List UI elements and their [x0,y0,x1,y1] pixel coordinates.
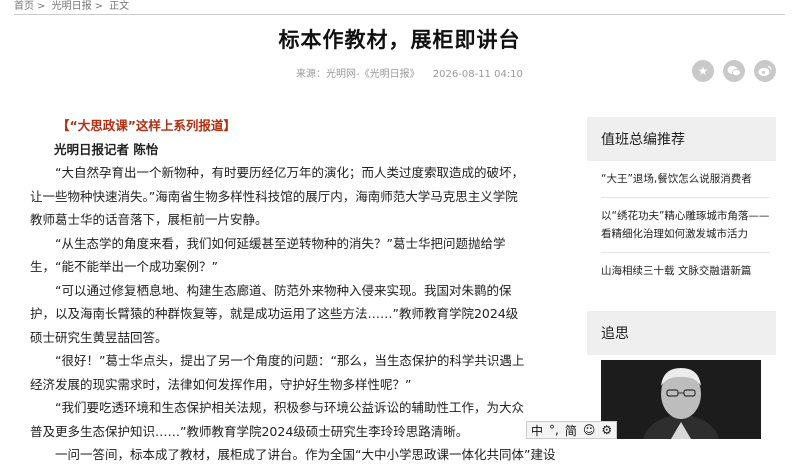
article-date: 2026-08-11 04:10 [432,69,523,80]
breadcrumb-separator: > [94,1,103,12]
weibo-icon[interactable] [754,60,776,82]
breadcrumb-separator: > [37,1,46,12]
editor-picks: 值班总编推荐 “大王”退场,餐饮怎么说服消费者 以“绣花功夫”精心雕琢城市角落—… [587,117,776,289]
ime-toolbar: 中 °, 简 ☺ ⚙ [526,421,618,439]
memorial-section: 追思 [587,311,776,355]
editor-picks-title: 值班总编推荐 [587,117,776,161]
article-paragraph: “大自然孕育出一个新物种，有时要历经亿万年的演化；而人类过度索取造成的破坏，让一… [30,165,524,227]
article-paragraph: 一问一答间，标本成了教材，展柜成了讲台。作为全国“大中小学思政课一体化共同体”建… [55,447,556,462]
memorial-title: 追思 [587,311,776,355]
article-body: 【“大思政课”这样上系列报道】 光明日报记者 陈怡 “大自然孕育出一个新物种，有… [30,114,556,467]
breadcrumb-home[interactable]: 首页 [14,1,34,12]
memorial-portrait[interactable] [601,360,761,439]
ime-punctuation-toggle[interactable]: °, [549,423,559,437]
list-item[interactable]: 以“绣花功夫”精心雕琢城市角落——看精细化治理如何激发城市活力 [601,198,770,253]
star-icon[interactable]: ★ [692,60,714,82]
article-meta: 来源：光明网-《光明日报》 2026-08-11 04:10 [296,65,533,80]
article-paragraph: “很好！”葛士华点头，提出了另一个角度的问题：“那么，当生态保护的科学共识遇上经… [30,353,525,392]
article-source: 来源：光明网-《光明日报》 [296,69,420,80]
top-divider [14,14,785,15]
article-paragraph: “从生态学的角度来看，我们如何延缓甚至逆转物种的消失？”葛士华把问题抛给学生，“… [30,235,506,275]
editor-picks-list: “大王”退场,餐饮怎么说服消费者 以“绣花功夫”精心雕琢城市角落——看精细化治理… [587,161,776,289]
series-link[interactable]: 【“大思政课”这样上系列报道】 [30,114,530,138]
article-paragraph: “我们要吃透环境和生态保护相关法规，积极参与环境公益诉讼的辅助性工作，为大众普及… [30,400,524,439]
settings-icon[interactable]: ⚙ [601,423,612,437]
breadcrumb-section[interactable]: 光明日报 [52,1,92,12]
emoji-icon[interactable]: ☺ [583,423,596,437]
list-item[interactable]: “大王”退场,餐饮怎么说服消费者 [601,161,770,198]
breadcrumb: 首页 > 光明日报 > 正文 [14,0,132,14]
page-title: 标本作教材，展柜即讲台 [278,28,521,52]
byline: 光明日报记者 陈怡 [54,141,159,157]
wechat-icon[interactable] [723,60,745,82]
article-paragraph: “可以通过修复栖息地、构建生态廊道、防范外来物种入侵来实现。我国对朱鹮的保护，以… [30,282,519,345]
ime-script-toggle[interactable]: 简 [565,422,577,439]
list-item[interactable]: 山海相续三十载 文脉交融谱新篇 [601,253,770,289]
ime-mode-toggle[interactable]: 中 [531,422,543,439]
breadcrumb-current: 正文 [109,1,130,12]
